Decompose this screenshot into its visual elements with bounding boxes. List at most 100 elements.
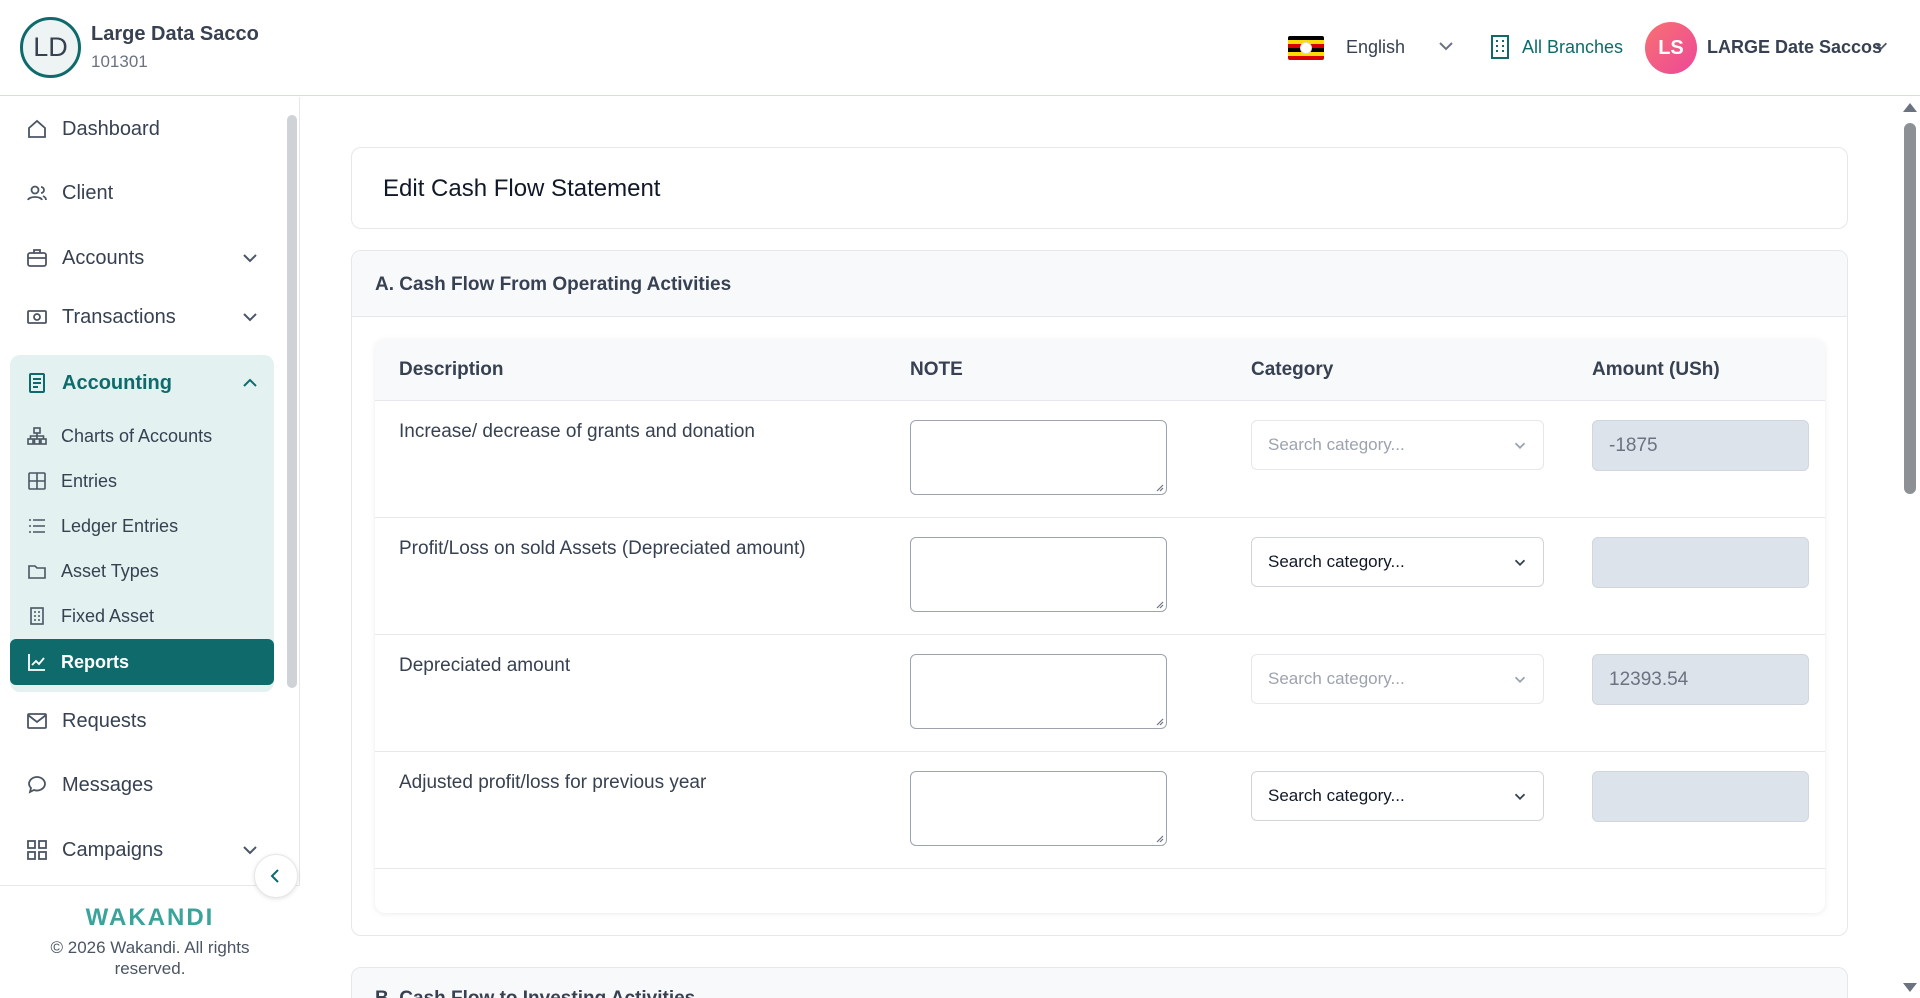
- sidebar-item-messages[interactable]: Messages: [10, 761, 274, 809]
- sidebar-item-label: Messages: [62, 773, 154, 796]
- sidebar-item-label: Client: [62, 181, 114, 204]
- chevron-down-icon: [243, 846, 257, 855]
- amount-field[interactable]: [1592, 537, 1809, 588]
- chevron-down-icon: [243, 313, 257, 322]
- copyright-text: © 2026 Wakandi. All rights reserved.: [50, 938, 250, 978]
- sidebar-item-client[interactable]: Client: [10, 169, 274, 217]
- sidebar-item-label: Transactions: [62, 305, 176, 328]
- table-icon: [27, 471, 47, 491]
- sidebar-subitem-ledger-entries[interactable]: Ledger Entries: [10, 506, 274, 546]
- chat-icon: [26, 774, 48, 796]
- note-textarea[interactable]: [910, 537, 1167, 612]
- collapse-sidebar-button[interactable]: [254, 854, 298, 898]
- sidebar-item-accounting[interactable]: Accounting: [10, 363, 274, 403]
- sidebar-item-dashboard[interactable]: Dashboard: [10, 105, 274, 153]
- column-header-description: Description: [399, 359, 504, 380]
- user-avatar[interactable]: LS: [1645, 22, 1697, 74]
- uganda-flag-icon[interactable]: [1288, 36, 1324, 60]
- sidebar-subitem-entries[interactable]: Entries: [10, 461, 274, 501]
- amount-field[interactable]: 12393.54: [1592, 654, 1809, 705]
- category-select[interactable]: Search category...: [1251, 420, 1544, 470]
- sidebar-item-label: Requests: [62, 709, 147, 732]
- sidebar-item-accounts[interactable]: Accounts: [10, 234, 274, 282]
- resize-grip-icon[interactable]: [1154, 716, 1164, 726]
- home-icon: [26, 118, 48, 140]
- document-icon: [26, 372, 48, 394]
- page-scrollbar[interactable]: [1899, 97, 1920, 998]
- sidebar-subitem-label: Ledger Entries: [61, 515, 179, 536]
- sidebar-subitem-asset-types[interactable]: Asset Types: [10, 551, 274, 591]
- language-selector[interactable]: English: [1346, 37, 1405, 58]
- mail-icon: [26, 710, 48, 732]
- scroll-up-arrow-icon[interactable]: [1903, 103, 1917, 112]
- org-avatar[interactable]: LD: [20, 17, 81, 78]
- sidebar-subitem-reports[interactable]: Reports: [10, 639, 274, 685]
- sidebar-subitem-label: Asset Types: [61, 560, 159, 581]
- chevron-down-icon[interactable]: [1872, 37, 1890, 55]
- sidebar-subitem-charts-of-accounts[interactable]: Charts of Accounts: [10, 416, 274, 456]
- chart-icon: [27, 652, 47, 672]
- chevron-down-icon: [1514, 676, 1526, 683]
- sidebar-item-label: Campaigns: [62, 838, 164, 861]
- row-description: Increase/ decrease of grants and donatio…: [399, 421, 755, 442]
- resize-grip-icon[interactable]: [1154, 482, 1164, 492]
- category-select[interactable]: Search category...: [1251, 654, 1544, 704]
- chevron-down-icon: [1514, 793, 1526, 800]
- sidebar-item-transactions[interactable]: Transactions: [10, 293, 274, 341]
- note-textarea[interactable]: [910, 420, 1167, 495]
- chevron-down-icon: [1514, 442, 1526, 449]
- sidebar-item-label: Accounting: [62, 371, 172, 394]
- chevron-down-icon[interactable]: [1436, 36, 1456, 56]
- sidebar-scrollbar[interactable]: [287, 115, 297, 688]
- category-placeholder: Search category...: [1268, 552, 1405, 571]
- org-name: Large Data Sacco: [91, 23, 259, 45]
- section-title: B. Cash Flow to Investing Activities: [375, 988, 695, 998]
- column-header-category: Category: [1251, 359, 1334, 380]
- row-description: Adjusted profit/loss for previous year: [399, 772, 707, 793]
- top-bar: LD Large Data Sacco 101301 English All B…: [0, 0, 1920, 96]
- table-header: Description NOTE Category Amount (USh): [375, 339, 1825, 401]
- branch-selector[interactable]: All Branches: [1522, 37, 1623, 58]
- category-placeholder: Search category...: [1268, 435, 1405, 454]
- section-investing-activities: B. Cash Flow to Investing Activities: [351, 967, 1848, 998]
- amount-field[interactable]: [1592, 771, 1809, 822]
- note-textarea[interactable]: [910, 654, 1167, 729]
- briefcase-icon: [26, 247, 48, 269]
- sidebar-item-requests[interactable]: Requests: [10, 697, 274, 745]
- sidebar-subitem-fixed-asset[interactable]: Fixed Asset: [10, 596, 274, 636]
- amount-field[interactable]: -1875: [1592, 420, 1809, 471]
- table-row: Adjusted profit/loss for previous year S…: [375, 752, 1825, 869]
- users-icon: [26, 182, 48, 204]
- scroll-down-arrow-icon[interactable]: [1903, 983, 1917, 992]
- list-icon: [27, 516, 47, 536]
- chevron-left-icon: [270, 869, 279, 883]
- scrollbar-thumb[interactable]: [1904, 123, 1916, 494]
- main-content: Edit Cash Flow Statement A. Cash Flow Fr…: [301, 97, 1899, 998]
- sidebar-item-campaigns[interactable]: Campaigns: [10, 826, 274, 874]
- table-row: Increase/ decrease of grants and donatio…: [375, 401, 1825, 518]
- chevron-down-icon: [1514, 559, 1526, 566]
- sidebar-subitem-label: Reports: [61, 651, 130, 672]
- row-description: Depreciated amount: [399, 655, 571, 676]
- page-title-card: Edit Cash Flow Statement: [351, 147, 1848, 229]
- category-placeholder: Search category...: [1268, 786, 1405, 805]
- note-textarea[interactable]: [910, 771, 1167, 846]
- column-header-amount: Amount (USh): [1592, 359, 1720, 380]
- category-select[interactable]: Search category...: [1251, 537, 1544, 587]
- resize-grip-icon[interactable]: [1154, 833, 1164, 843]
- category-select[interactable]: Search category...: [1251, 771, 1544, 821]
- chevron-down-icon: [243, 254, 257, 263]
- section-header: A. Cash Flow From Operating Activities: [352, 251, 1847, 317]
- building-icon: [27, 606, 47, 626]
- sidebar-subitem-label: Charts of Accounts: [61, 425, 213, 446]
- folder-icon: [27, 561, 47, 581]
- chevron-up-icon: [243, 378, 257, 387]
- hierarchy-icon: [27, 426, 47, 446]
- row-description: Profit/Loss on sold Assets (Depreciated …: [399, 538, 806, 559]
- cash-icon: [26, 306, 48, 328]
- resize-grip-icon[interactable]: [1154, 599, 1164, 609]
- wakandi-logo: WAKANDI: [85, 904, 215, 931]
- user-name[interactable]: LARGE Date Saccos: [1707, 37, 1882, 58]
- grid-icon: [26, 839, 48, 861]
- sidebar-subitem-label: Fixed Asset: [61, 605, 155, 626]
